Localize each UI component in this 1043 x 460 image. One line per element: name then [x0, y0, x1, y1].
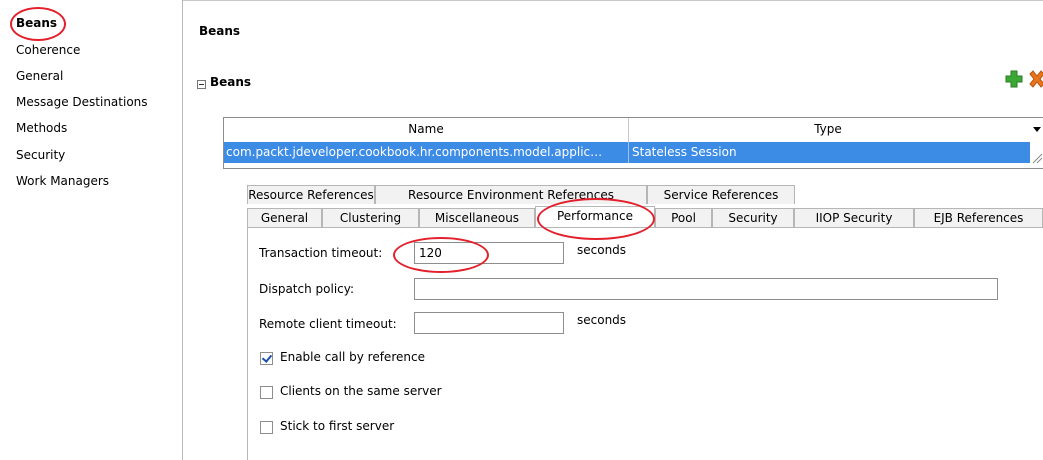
table-row[interactable]: com.packt.jdeveloper.cookbook.hr.compone… — [224, 142, 1030, 163]
tab-pool[interactable]: Pool — [655, 208, 712, 227]
cell-separator — [628, 142, 629, 163]
tab-security[interactable]: Security — [712, 208, 794, 227]
remote-client-timeout-label: Remote client timeout: — [259, 317, 397, 331]
dispatch-policy-label: Dispatch policy: — [259, 282, 355, 296]
section-title: Beans — [210, 75, 252, 89]
cell-bean-name: com.packt.jdeveloper.cookbook.hr.compone… — [226, 145, 603, 159]
sidebar-item-general[interactable]: General — [16, 66, 63, 86]
sidebar-item-security[interactable]: Security — [16, 145, 65, 165]
column-header-type[interactable]: Type — [629, 118, 1027, 143]
collapse-toggle-icon[interactable] — [197, 80, 206, 89]
tab-general[interactable]: General — [247, 208, 322, 227]
remote-client-timeout-unit: seconds — [577, 313, 627, 327]
beans-table: Name Type com.packt.jdeveloper.cookbook.… — [223, 117, 1043, 169]
clients-same-server-checkbox[interactable] — [260, 386, 273, 399]
sidebar-item-methods[interactable]: Methods — [16, 118, 67, 138]
dispatch-policy-input[interactable] — [414, 278, 998, 300]
delete-icon[interactable] — [1028, 70, 1043, 88]
tab-performance[interactable]: Performance — [535, 206, 655, 227]
sidebar-item-message-destinations[interactable]: Message Destinations — [16, 92, 148, 112]
remote-client-timeout-input[interactable] — [414, 312, 564, 334]
transaction-timeout-input[interactable] — [414, 242, 564, 264]
tab-miscellaneous[interactable]: Miscellaneous — [419, 208, 535, 227]
sidebar-item-work-managers[interactable]: Work Managers — [16, 171, 109, 191]
transaction-timeout-unit: seconds — [577, 243, 627, 257]
stick-to-first-server-label: Stick to first server — [280, 419, 395, 433]
enable-call-by-reference-checkbox[interactable] — [260, 352, 273, 365]
tab-ejb-references[interactable]: EJB References — [914, 208, 1043, 227]
transaction-timeout-label: Transaction timeout: — [259, 246, 383, 260]
sidebar-item-beans[interactable]: Beans — [16, 13, 57, 33]
tab-resource-environment-references[interactable]: Resource Environment References — [375, 185, 647, 204]
tab-clustering[interactable]: Clustering — [322, 208, 419, 227]
column-header-name[interactable]: Name — [224, 118, 629, 143]
sidebar: Beans Coherence General Message Destinat… — [0, 0, 183, 460]
tab-iiop-security[interactable]: IIOP Security — [794, 208, 914, 227]
tab-service-references[interactable]: Service References — [647, 185, 795, 204]
cell-bean-type: Stateless Session — [632, 145, 737, 159]
add-icon[interactable] — [1005, 70, 1023, 88]
tab-panel-border — [247, 228, 248, 460]
column-menu-dropdown-icon[interactable] — [1029, 118, 1043, 142]
tab-resource-references[interactable]: Resource References — [247, 185, 375, 204]
sidebar-item-coherence[interactable]: Coherence — [16, 40, 80, 60]
enable-call-by-reference-label: Enable call by reference — [280, 350, 425, 364]
clients-same-server-label: Clients on the same server — [280, 384, 442, 398]
stick-to-first-server-checkbox[interactable] — [260, 421, 273, 434]
tab-strip-baseline — [247, 227, 1043, 228]
resize-grip-icon[interactable] — [1031, 148, 1043, 164]
page-title: Beans — [199, 24, 241, 38]
